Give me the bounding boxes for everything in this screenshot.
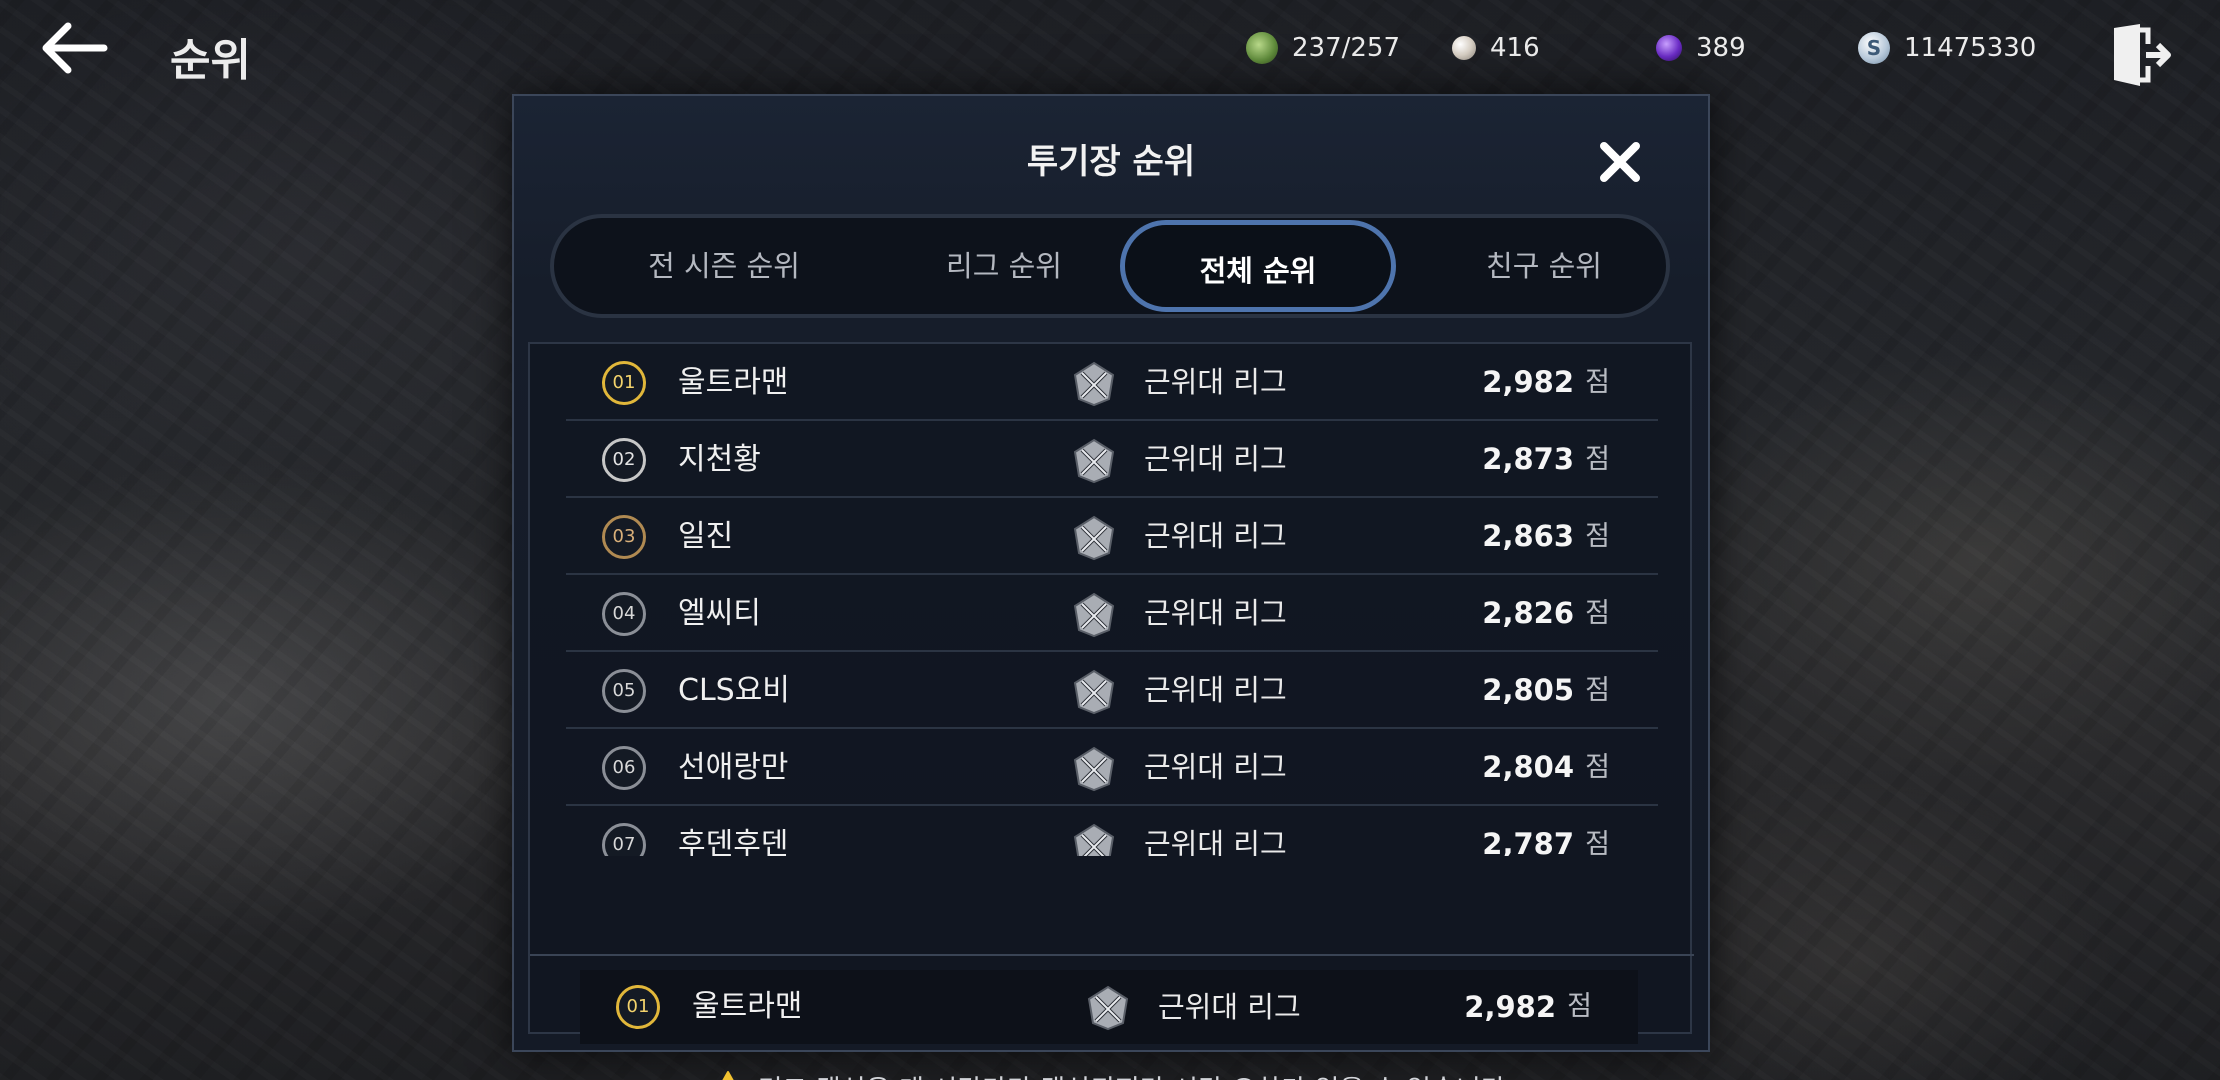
score-value: 2,805 — [1482, 673, 1574, 707]
rank-badge: 03 — [602, 515, 646, 559]
score-value: 2,826 — [1482, 596, 1574, 630]
league-name: 근위대 리그 — [1144, 750, 1287, 784]
player-name: 선애랑만 — [678, 750, 789, 785]
rank-badge: 04 — [602, 592, 646, 636]
player-name: 일진 — [678, 519, 734, 554]
modal-title: 투기장 순위 — [1026, 142, 1196, 182]
table-row[interactable]: 02 지천황 근위대 리그 2,873 점 — [566, 421, 1658, 498]
rank-badge: 02 — [602, 438, 646, 482]
notice-text: 리그 갱신은 매 시간마다 갱신되지만 시간 오차가 있을 수 있습니다. — [758, 1068, 1515, 1080]
table-row[interactable]: 07 후덴후덴 근위대 리그 2,787 점 — [566, 806, 1658, 856]
ranking-list-panel: 01 울트라맨 근위대 리그 2,982 점 02 지천황 근위대 리그 2,8… — [528, 342, 1694, 1034]
tab-last-season[interactable]: 전 시즌 순위 — [584, 218, 864, 314]
table-row[interactable]: 01 울트라맨 근위대 리그 2,982 점 — [566, 344, 1658, 421]
score-unit: 점 — [1585, 675, 1610, 706]
crossed-swords-icon — [1073, 515, 1115, 561]
orb-value: 389 — [1696, 33, 1746, 63]
rank-badge: 05 — [602, 669, 646, 713]
tab-overall[interactable]: 전체 순위 — [1120, 220, 1396, 312]
score-value: 2,873 — [1482, 442, 1574, 476]
player-name: 후덴후덴 — [678, 827, 789, 856]
back-button[interactable] — [38, 20, 108, 76]
table-row[interactable]: 05 CLS요비 근위대 리그 2,805 점 — [566, 652, 1658, 729]
silver-value: 11475330 — [1904, 33, 2037, 63]
rank-badge: 06 — [602, 746, 646, 790]
tab-friends[interactable]: 친구 순위 — [1404, 218, 1684, 314]
league-name: 근위대 리그 — [1144, 519, 1287, 553]
table-row[interactable]: 04 엘씨티 근위대 리그 2,826 점 — [566, 575, 1658, 652]
score-value: 2,863 — [1482, 519, 1574, 553]
exit-door-icon — [2114, 24, 2171, 86]
my-rank-row: 01 울트라맨 근위대 리그 2,982 점 — [580, 970, 1638, 1044]
score-unit: 점 — [1585, 444, 1610, 475]
score-unit: 점 — [1585, 521, 1610, 552]
crossed-swords-icon — [1087, 985, 1129, 1031]
table-row[interactable]: 06 선애랑만 근위대 리그 2,804 점 — [566, 729, 1658, 806]
league-name: 근위대 리그 — [1144, 365, 1287, 399]
update-notice: 리그 갱신은 매 시간마다 갱신되지만 시간 오차가 있을 수 있습니다. — [514, 1068, 1708, 1080]
score-value: 2,982 — [1464, 990, 1556, 1024]
pearl-icon — [1452, 36, 1476, 60]
crossed-swords-icon — [1073, 361, 1115, 407]
score-value: 2,804 — [1482, 750, 1574, 784]
page-title: 순위 — [170, 35, 251, 86]
tab-league[interactable]: 리그 순위 — [864, 218, 1144, 314]
player-name: 울트라맨 — [678, 365, 789, 400]
purple-orb-icon — [1656, 35, 1682, 61]
league-name: 근위대 리그 — [1144, 673, 1287, 707]
crossed-swords-icon — [1073, 746, 1115, 792]
warning-icon — [721, 1070, 734, 1080]
league-name: 근위대 리그 — [1144, 827, 1287, 856]
silver-resource: S 11475330 — [1858, 30, 2036, 66]
score-unit: 점 — [1585, 752, 1610, 783]
top-bar: 순위 237/257 416 389 S 11475330 — [0, 0, 2220, 100]
list-divider — [530, 954, 1694, 956]
close-button[interactable] — [1598, 140, 1642, 184]
league-name: 근위대 리그 — [1144, 442, 1287, 476]
player-name: 엘씨티 — [678, 596, 761, 631]
table-row[interactable]: 03 일진 근위대 리그 2,863 점 — [566, 498, 1658, 575]
crossed-swords-icon — [1073, 823, 1115, 856]
orb-resource: 389 — [1656, 30, 1746, 66]
league-name: 근위대 리그 — [1158, 990, 1301, 1024]
pearl-resource: 416 — [1452, 30, 1540, 66]
arrow-left-icon — [42, 22, 108, 74]
score-value: 2,982 — [1482, 365, 1574, 399]
crossed-swords-icon — [1073, 438, 1115, 484]
stamina-value: 237/257 — [1292, 33, 1401, 63]
rank-badge: 01 — [602, 361, 646, 405]
score-unit: 점 — [1585, 367, 1610, 398]
league-name: 근위대 리그 — [1144, 596, 1287, 630]
ranking-list[interactable]: 01 울트라맨 근위대 리그 2,982 점 02 지천황 근위대 리그 2,8… — [566, 344, 1658, 856]
score-unit: 점 — [1585, 829, 1610, 856]
exit-button[interactable] — [2110, 22, 2172, 88]
crossed-swords-icon — [1073, 669, 1115, 715]
stamina-resource: 237/257 — [1246, 30, 1400, 66]
silver-coin-icon: S — [1858, 32, 1890, 64]
score-unit: 점 — [1567, 991, 1592, 1022]
arena-ranking-modal: 투기장 순위 전 시즌 순위 리그 순위 전체 순위 친구 순위 01 울트라맨… — [512, 94, 1710, 1080]
rank-badge: 07 — [602, 823, 646, 856]
ranking-tabs: 전 시즌 순위 리그 순위 전체 순위 친구 순위 — [550, 214, 1670, 318]
player-name: 지천황 — [678, 442, 761, 477]
player-name: 울트라맨 — [692, 989, 803, 1024]
rank-badge: 01 — [616, 985, 660, 1029]
score-value: 2,787 — [1482, 827, 1574, 856]
stamina-icon — [1246, 32, 1278, 64]
crossed-swords-icon — [1073, 592, 1115, 638]
pearl-value: 416 — [1490, 33, 1540, 63]
player-name: CLS요비 — [678, 673, 790, 708]
score-unit: 점 — [1585, 598, 1610, 629]
close-icon — [1600, 142, 1640, 182]
